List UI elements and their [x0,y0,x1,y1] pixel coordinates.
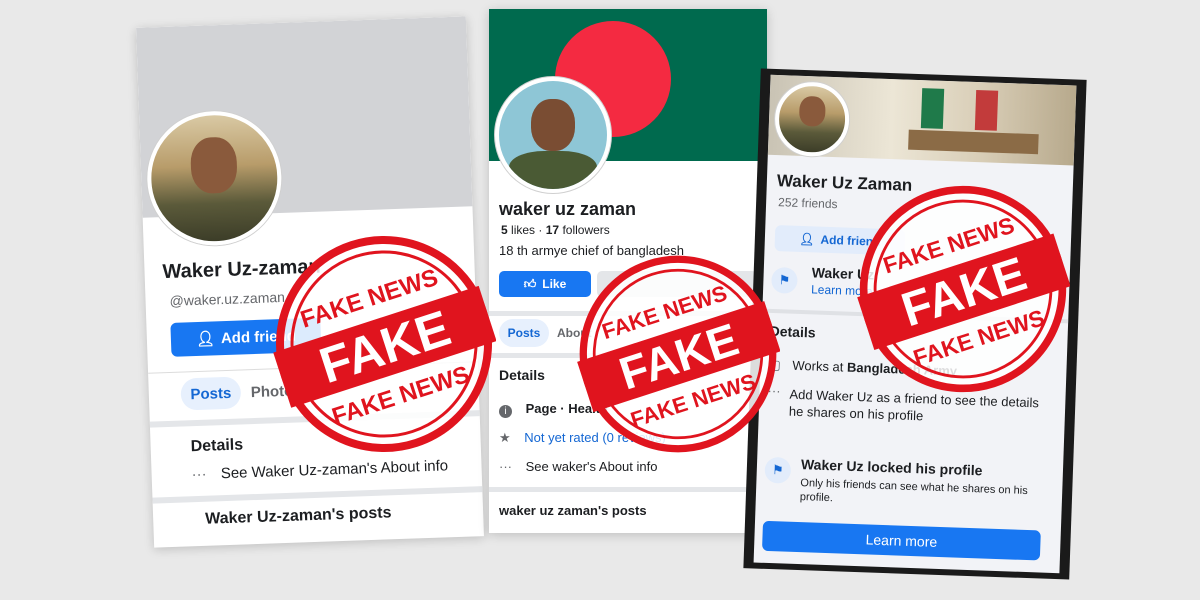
star-icon: ★ [499,430,511,445]
about-link: See waker's About info [525,459,658,474]
divider [152,486,483,504]
posts-heading: waker uz zaman's posts [499,503,647,518]
avatar-face [189,136,238,195]
cover-desk [908,129,1039,155]
add-friend-icon: 👤︎ [799,231,815,247]
locked-profile-box: ⚑ Waker Uz locked his profile Only his f… [763,453,1055,523]
avatar [495,77,611,193]
cover-flag-green [920,88,945,129]
divider [489,487,767,492]
page-stats: 5 likes · 17 followers [501,223,610,237]
followers-label: followers [562,223,610,237]
likes-label: likes [511,223,536,237]
avatar-face [531,99,575,151]
profile-handle: @waker.uz.zaman [169,288,286,309]
add-friend-icon: 👤︎ [195,330,216,349]
about-row[interactable]: ··· See Waker Uz-zaman's About info [191,457,448,483]
locked-title: Waker Uz locked his profile [800,456,983,479]
fake-news-stamp-1: FAKE NEWS FAKE FAKE NEWS [273,236,496,452]
fake-news-stamp-2: FAKE NEWS FAKE FAKE NEWS [577,255,780,453]
avatar-uniform [509,151,597,189]
more-icon: ··· [191,465,207,484]
locked-desc: Only his friends can see what he shares … [799,477,1028,505]
likes-count: 5 [501,223,508,237]
cover-flag-red [974,89,999,131]
page-name: waker uz zaman [499,199,637,219]
about-link: See Waker Uz-zaman's About info [220,457,449,483]
works-prefix: Works at [792,357,844,375]
about-row[interactable]: ··· See waker's About info [499,459,657,474]
posts-heading: Waker Uz-zaman's posts [204,504,392,528]
learn-more-button[interactable]: Learn more [761,520,1041,561]
stats-separator: · [538,223,546,237]
lock-shield-icon: ⚑ [764,456,792,484]
thumbs-up-icon: 👍︎ [523,276,537,291]
tab-posts[interactable]: Posts [180,376,242,411]
details-heading: Details [190,436,244,456]
more-icon: ··· [499,459,512,474]
followers-count: 17 [545,223,560,237]
fake-news-stamp-3: FAKE NEWS FAKE FAKE NEWS [857,185,1070,393]
tab-posts[interactable]: Posts [499,319,549,347]
avatar-face [798,95,826,127]
friends-count: 252 friends [777,195,838,212]
info-icon: i [499,405,512,418]
details-heading: Details [499,367,545,383]
